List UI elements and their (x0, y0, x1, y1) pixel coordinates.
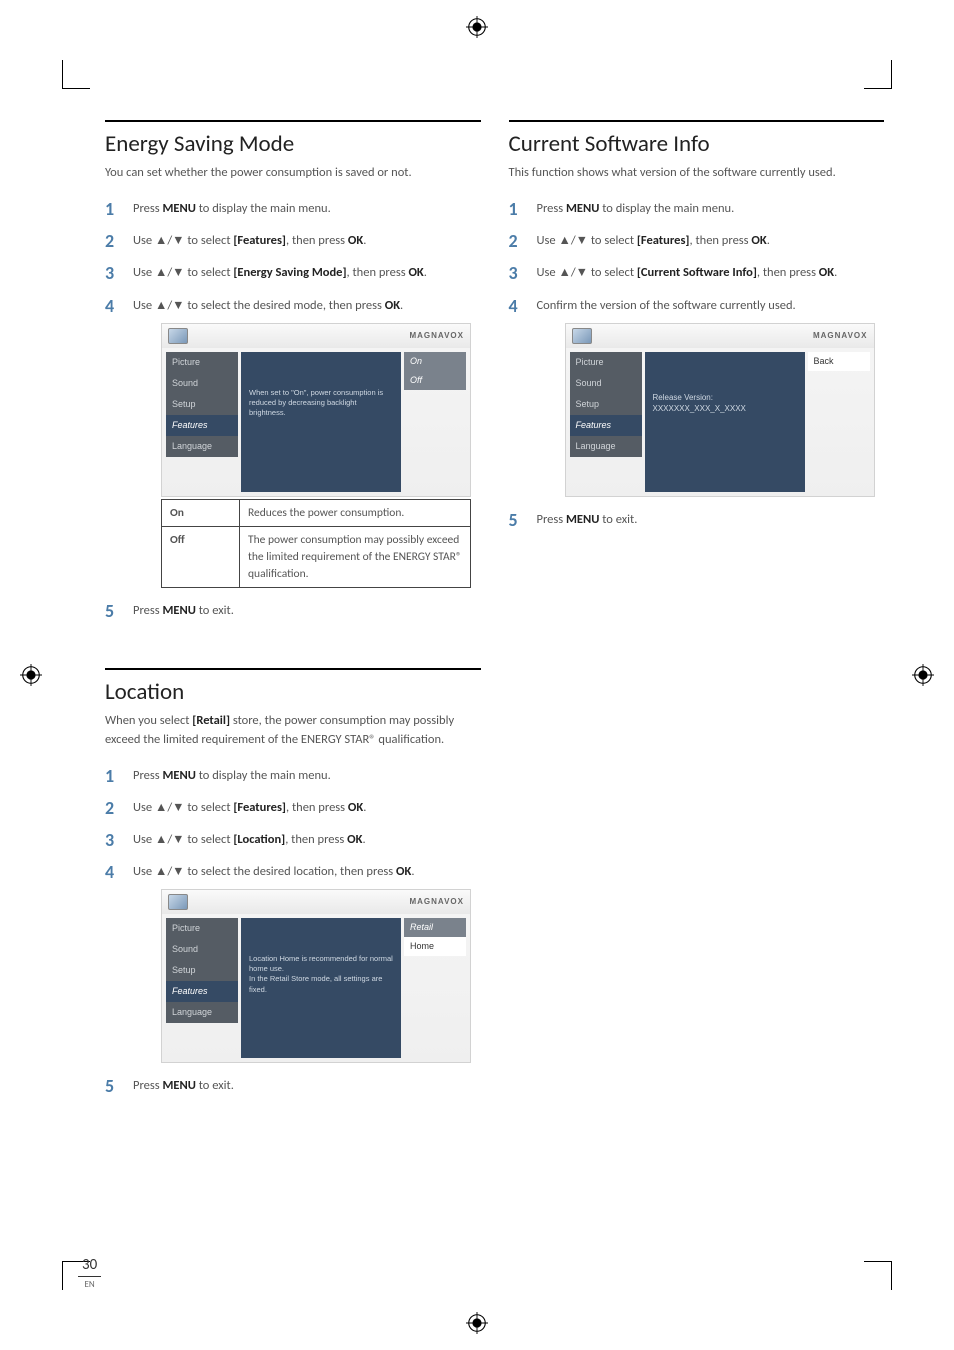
step: Use ▲/▼ to select [Features], then press… (105, 232, 481, 250)
osd-description: When set to "On", power consumption is r… (241, 352, 401, 492)
osd-screenshot-energy: MAGNAVOX Picture Sound Setup Features La… (161, 323, 471, 497)
osd-menu-item: Language (166, 436, 238, 457)
version-value: XXXXXXX_XXX_X_XXXX (653, 403, 746, 414)
osd-option-selected: Home (404, 937, 466, 956)
osd-menu-item: Picture (570, 352, 642, 373)
option-label: On (162, 499, 240, 527)
osd-screenshot-location: MAGNAVOX Picture Sound Setup Features La… (161, 889, 471, 1063)
step: Press MENU to display the main menu. (105, 767, 481, 785)
osd-menu-item: Language (166, 1002, 238, 1023)
osd-option: Off (404, 371, 466, 390)
step: Confirm the version of the software curr… (509, 297, 885, 497)
registration-mark-icon (466, 1312, 488, 1334)
osd-menu: Picture Sound Setup Features Language (166, 352, 238, 492)
osd-description: Location Home is recommended for normal … (241, 918, 401, 1058)
registration-mark-icon (466, 16, 488, 38)
crop-mark (62, 88, 90, 89)
tv-icon (168, 894, 188, 910)
intro-software: This function shows what version of the … (509, 164, 885, 182)
osd-options: On Off (404, 352, 466, 492)
registration-mark-icon (912, 664, 934, 686)
osd-menu: Picture Sound Setup Features Language (570, 352, 642, 492)
tv-icon (168, 328, 188, 344)
osd-menu: Picture Sound Setup Features Language (166, 918, 238, 1058)
section-software-info: Current Software Info This function show… (509, 120, 885, 529)
section-energy-saving: Energy Saving Mode You can set whether t… (105, 120, 481, 620)
osd-menu-item: Language (570, 436, 642, 457)
crop-mark (62, 1262, 63, 1290)
osd-menu-item-active: Features (166, 415, 238, 436)
options-table: OnReduces the power consumption. OffThe … (161, 499, 471, 589)
option-label: Off (162, 527, 240, 588)
heading-location: Location (105, 678, 481, 706)
brand-label: MAGNAVOX (409, 330, 464, 342)
crop-mark (891, 1262, 892, 1290)
osd-menu-item: Setup (166, 394, 238, 415)
osd-menu-item: Sound (166, 939, 238, 960)
crop-mark (62, 60, 63, 88)
brand-label: MAGNAVOX (409, 896, 464, 908)
step: Use ▲/▼ to select [Energy Saving Mode], … (105, 264, 481, 282)
step: Use ▲/▼ to select the desired location, … (105, 863, 481, 1063)
crop-mark (891, 60, 892, 88)
step: Use ▲/▼ to select the desired mode, then… (105, 297, 481, 589)
osd-description: Release Version: XXXXXXX_XXX_X_XXXX (645, 352, 805, 492)
page-number: 30 EN (78, 1255, 101, 1290)
step: Press MENU to exit. (509, 511, 885, 529)
osd-menu-item: Setup (166, 960, 238, 981)
osd-menu-item: Picture (166, 918, 238, 939)
step: Press MENU to exit. (105, 602, 481, 620)
registration-mark-icon (20, 664, 42, 686)
brand-label: MAGNAVOX (813, 330, 868, 342)
tv-icon (572, 328, 592, 344)
osd-screenshot-software: MAGNAVOX Picture Sound Setup Features La… (565, 323, 875, 497)
osd-options: Retail Home (404, 918, 466, 1058)
osd-menu-item: Sound (570, 373, 642, 394)
version-label: Release Version: (653, 392, 746, 403)
step: Press MENU to display the main menu. (509, 200, 885, 218)
step: Use ▲/▼ to select [Features], then press… (105, 799, 481, 817)
heading-energy: Energy Saving Mode (105, 130, 481, 158)
step: Use ▲/▼ to select [Current Software Info… (509, 264, 885, 282)
step: Press MENU to display the main menu. (105, 200, 481, 218)
crop-mark (864, 1261, 892, 1262)
option-desc: The power consumption may possibly excee… (240, 527, 471, 588)
step: Press MENU to exit. (105, 1077, 481, 1095)
osd-menu-item-active: Features (570, 415, 642, 436)
intro-energy: You can set whether the power consumptio… (105, 164, 481, 182)
osd-menu-item: Sound (166, 373, 238, 394)
osd-option: On (404, 352, 466, 371)
section-location: Location When you select [Retail] store,… (105, 668, 481, 1095)
osd-options: Back (808, 352, 870, 492)
osd-menu-item: Picture (166, 352, 238, 373)
osd-option-selected: Back (808, 352, 870, 371)
option-desc: Reduces the power consumption. (240, 499, 471, 527)
intro-location: When you select [Retail] store, the powe… (105, 712, 481, 748)
crop-mark (864, 88, 892, 89)
step: Use ▲/▼ to select [Features], then press… (509, 232, 885, 250)
osd-menu-item-active: Features (166, 981, 238, 1002)
step: Use ▲/▼ to select [Location], then press… (105, 831, 481, 849)
heading-software: Current Software Info (509, 130, 885, 158)
osd-option: Retail (404, 918, 466, 937)
osd-menu-item: Setup (570, 394, 642, 415)
